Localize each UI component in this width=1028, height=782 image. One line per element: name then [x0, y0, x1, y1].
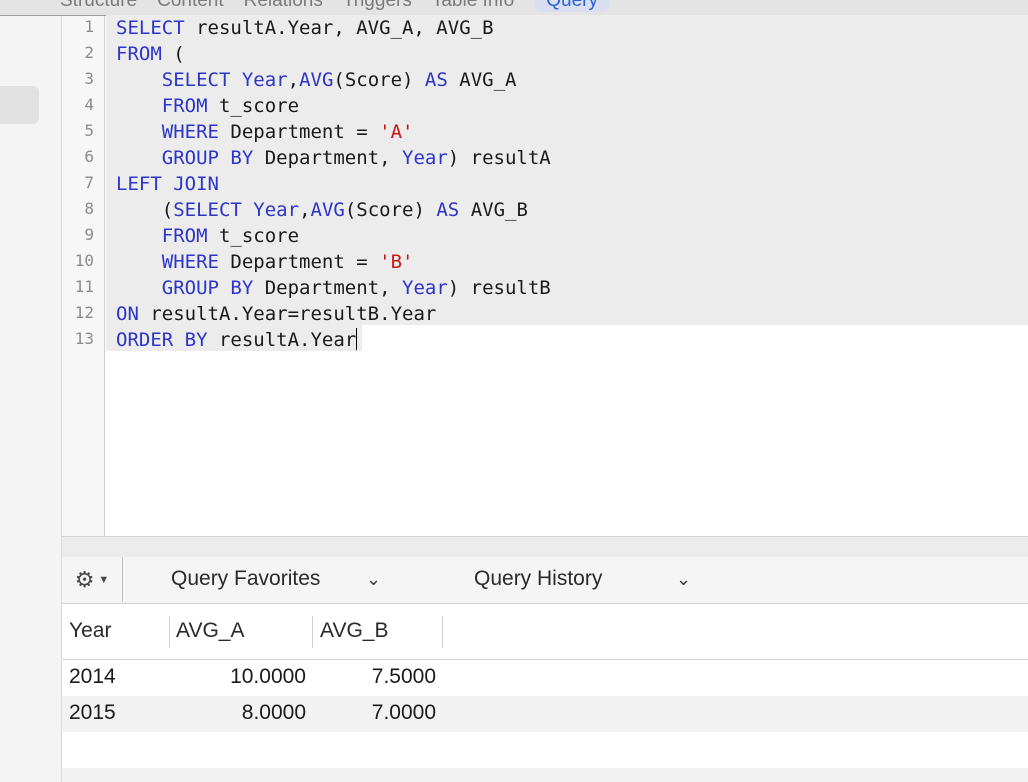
tab-relations[interactable]: Relations — [244, 0, 323, 12]
gear-icon: ⚙ — [74, 566, 95, 592]
sidebar-selected-item[interactable] — [0, 86, 39, 124]
line-number: 8 — [84, 199, 94, 218]
code-line[interactable]: GROUP BY Department, Year) resultA — [116, 145, 551, 171]
cell-avg-b: 7.5000 — [371, 665, 436, 688]
table-row[interactable]: 2014 10.0000 7.5000 — [62, 660, 1028, 696]
query-editor[interactable]: 1 2 3 4 5 6 7 8 9 10 11 12 13 SELECT res… — [62, 15, 1028, 536]
code-line[interactable]: FROM ( — [116, 41, 185, 67]
cell-year: 2014 — [69, 665, 116, 688]
results-table: Year AVG_A AVG_B 2014 10.0000 7.5000 201… — [62, 604, 1028, 782]
column-header-avg-b[interactable]: AVG_B — [320, 619, 388, 643]
line-number: 10 — [74, 251, 94, 270]
line-number: 5 — [84, 121, 94, 140]
cell-avg-a: 8.0000 — [241, 701, 306, 724]
line-number: 9 — [84, 225, 94, 244]
tab-structure[interactable]: Structure — [60, 0, 137, 12]
chevron-down-icon[interactable]: ⌄ — [366, 569, 381, 590]
column-divider[interactable] — [312, 616, 313, 648]
text-caret — [356, 328, 358, 350]
code-line[interactable]: LEFT JOIN — [116, 171, 219, 197]
line-number: 1 — [84, 17, 94, 36]
cell-avg-b: 7.0000 — [371, 701, 436, 724]
line-number: 3 — [84, 69, 94, 88]
column-header-year[interactable]: Year — [69, 619, 111, 643]
tab-content[interactable]: Content — [157, 0, 224, 12]
code-line[interactable]: ORDER BY resultA.Year — [116, 327, 358, 353]
gear-menu-button[interactable]: ⚙ ▼ — [62, 557, 123, 602]
sidebar — [0, 16, 62, 782]
code-line[interactable]: FROM t_score — [116, 223, 299, 249]
column-divider[interactable] — [169, 616, 170, 648]
code-line[interactable]: ON resultA.Year=resultB.Year — [116, 301, 436, 327]
query-history-button[interactable]: Query History — [474, 567, 602, 591]
code-line[interactable]: WHERE Department = 'A' — [116, 119, 414, 145]
cell-avg-a: 10.0000 — [230, 665, 306, 688]
line-number: 11 — [74, 277, 94, 296]
top-tab-bar: Structure Content Relations Triggers Table I… — [0, 0, 1028, 16]
code-line[interactable]: FROM t_score — [116, 93, 299, 119]
tab-list: Structure Content Relations Triggers Table I… — [60, 0, 630, 12]
line-number: 4 — [84, 95, 94, 114]
line-number: 6 — [84, 147, 94, 166]
code-line[interactable]: (SELECT Year,AVG(Score) AS AVG_B — [116, 197, 528, 223]
table-header: Year AVG_A AVG_B — [62, 604, 1028, 660]
tab-triggers[interactable]: Triggers — [343, 0, 412, 12]
code-line[interactable]: WHERE Department = 'B' — [116, 249, 414, 275]
tab-query[interactable]: Query — [534, 0, 610, 12]
line-number-gutter: 1 2 3 4 5 6 7 8 9 10 11 12 13 — [62, 16, 105, 536]
tab-table-info[interactable]: Table Info — [432, 0, 514, 12]
line-number: 13 — [74, 329, 94, 348]
column-divider[interactable] — [442, 616, 443, 648]
code-line[interactable]: SELECT Year,AVG(Score) AS AVG_A — [116, 67, 517, 93]
query-toolbar: ⚙ ▼ Query Favorites ⌄ Query History ⌄ — [62, 557, 1028, 604]
cell-year: 2015 — [69, 701, 116, 724]
code-line[interactable]: GROUP BY Department, Year) resultB — [116, 275, 551, 301]
query-favorites-button[interactable]: Query Favorites — [171, 567, 320, 591]
empty-row — [62, 768, 1028, 782]
column-header-avg-a[interactable]: AVG_A — [176, 619, 244, 643]
line-number: 12 — [74, 303, 94, 322]
line-number: 2 — [84, 43, 94, 62]
chevron-down-icon[interactable]: ⌄ — [676, 569, 691, 590]
pane-splitter[interactable] — [62, 536, 1028, 558]
line-number: 7 — [84, 173, 94, 192]
triangle-down-icon: ▼ — [98, 573, 110, 586]
table-row[interactable]: 2015 8.0000 7.0000 — [62, 696, 1028, 732]
code-line[interactable]: SELECT resultA.Year, AVG_A, AVG_B — [116, 15, 494, 41]
